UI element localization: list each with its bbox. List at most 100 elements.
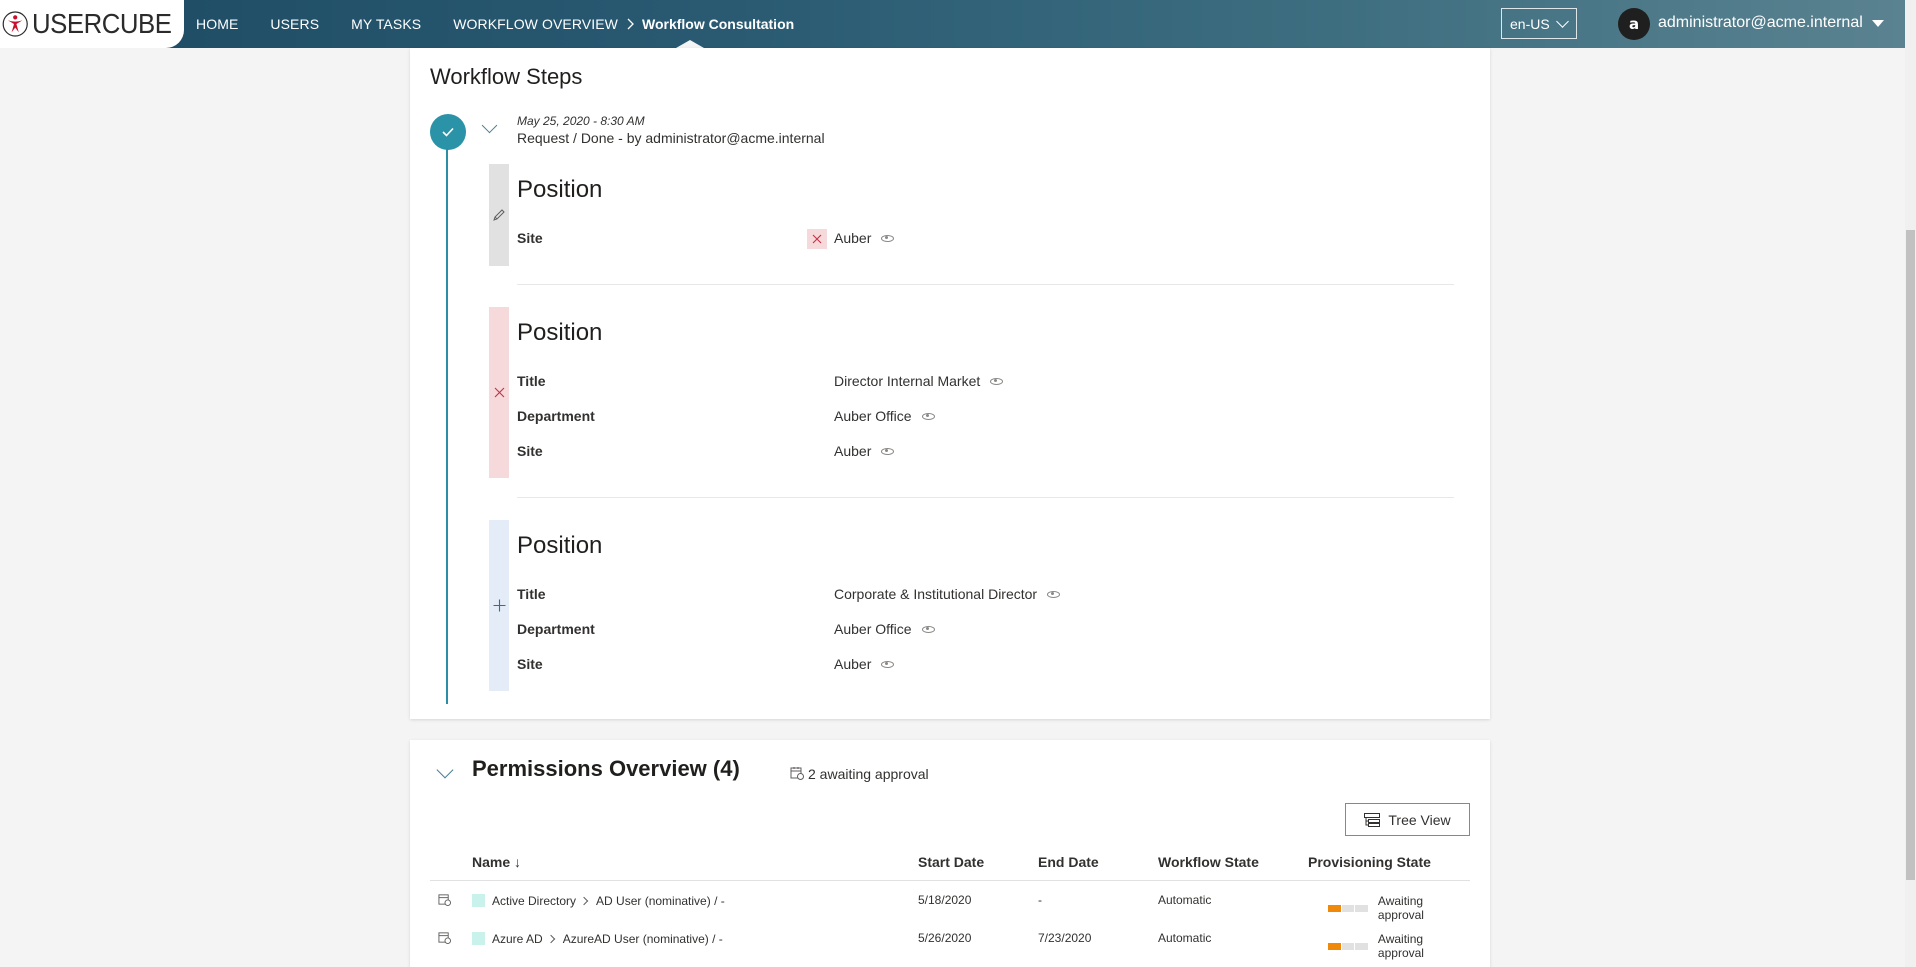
logo[interactable]: USERCUBE: [0, 0, 184, 48]
top-navigation-bar: USERCUBE HOME USERS MY TASKS WORKFLOW OV…: [0, 0, 1905, 48]
system-name: Azure AD: [492, 932, 543, 946]
user-name[interactable]: administrator@acme.internal: [1658, 14, 1863, 32]
language-select[interactable]: en-US: [1501, 8, 1577, 39]
value-text: Auber: [834, 230, 872, 246]
eye-icon[interactable]: [881, 234, 895, 242]
chevron-right-icon: [579, 896, 589, 906]
active-nav-indicator: [676, 40, 704, 48]
resource-type-swatch: [472, 894, 485, 907]
resource-name: AzureAD User (nominative) / -: [562, 932, 723, 946]
section-collapse-chevron-icon[interactable]: [436, 761, 454, 779]
nav-current-page[interactable]: Workflow Consultation: [642, 16, 794, 32]
change-marker-delete: [489, 307, 509, 478]
field-value-site: Auber: [834, 230, 895, 246]
eye-icon[interactable]: [1047, 590, 1061, 598]
removed-value-badge: [807, 229, 827, 249]
progress-segment: [1341, 904, 1355, 912]
start-date: 5/18/2020: [918, 893, 972, 907]
eye-icon[interactable]: [990, 377, 1004, 385]
table-row[interactable]: Active Directory AD User (nominative) / …: [430, 882, 1470, 922]
value-text: Director Internal Market: [834, 373, 981, 389]
step-collapse-chevron-icon[interactable]: [481, 117, 498, 134]
column-header-workflow-state[interactable]: Workflow State: [1158, 854, 1259, 870]
scrollbar-thumb[interactable]: [1906, 230, 1915, 880]
tree-view-button[interactable]: Tree View: [1345, 803, 1470, 836]
table-header-divider: [430, 880, 1470, 881]
provisioning-state-text: Awaiting approval: [1377, 932, 1424, 960]
column-header-start-date[interactable]: Start Date: [918, 854, 984, 870]
provisioning-state: Awaiting approval: [1328, 894, 1470, 922]
calendar-clock-icon: [438, 932, 451, 944]
provisioning-state-text: Awaiting approval: [1377, 894, 1424, 922]
plus-icon: [493, 599, 505, 612]
language-value: en-US: [1510, 15, 1550, 32]
field-value-site: Auber: [834, 656, 895, 672]
resource-path[interactable]: Active Directory AD User (nominative) / …: [492, 894, 725, 908]
progress-segment: [1341, 942, 1355, 950]
provisioning-state: Awaiting approval: [1328, 932, 1470, 960]
main-nav: HOME USERS MY TASKS WORKFLOW OVERVIEW Wo…: [196, 0, 794, 48]
tree-view-label: Tree View: [1388, 811, 1451, 828]
value-text: Auber: [834, 656, 872, 672]
breadcrumb-chevron-icon: [627, 18, 634, 30]
end-date: -: [1038, 893, 1042, 907]
workflow-steps-card: Workflow Steps May 25, 2020 - 8:30 AM Re…: [410, 48, 1490, 719]
tree-view-icon: [1364, 812, 1381, 827]
resource-path[interactable]: Azure AD AzureAD User (nominative) / -: [492, 932, 723, 946]
start-date: 5/26/2020: [918, 931, 972, 945]
avatar[interactable]: a: [1618, 8, 1650, 40]
field-label-department: Department: [517, 621, 595, 637]
progress-segment: [1328, 904, 1341, 912]
workflow-state: Automatic: [1158, 931, 1212, 945]
field-value-site: Auber: [834, 443, 895, 459]
field-value-title: Director Internal Market: [834, 373, 1004, 389]
field-label-title: Title: [517, 586, 546, 602]
section-title: Workflow Steps: [430, 64, 583, 89]
block-title: Position: [517, 319, 603, 346]
timeline-line: [446, 148, 448, 704]
workflow-state: Automatic: [1158, 893, 1212, 907]
close-icon: [812, 234, 822, 244]
end-date: 7/23/2020: [1038, 931, 1092, 945]
step-date: May 25, 2020 - 8:30 AM: [517, 114, 645, 128]
column-header-provisioning-state[interactable]: Provisioning State: [1308, 854, 1431, 870]
section-title: Permissions Overview (4): [472, 756, 740, 781]
permissions-overview-card: Permissions Overview (4) 2 awaiting appr…: [410, 740, 1490, 967]
nav-users[interactable]: USERS: [270, 16, 319, 32]
eye-icon[interactable]: [881, 660, 895, 668]
checkmark-icon: [442, 127, 454, 137]
calendar-clock-icon: [790, 767, 804, 780]
progress-segment: [1355, 942, 1368, 950]
block-title: Position: [517, 532, 603, 559]
provisioning-progress-bar: [1328, 942, 1369, 950]
field-label-site: Site: [517, 230, 543, 246]
column-header-name[interactable]: Name ↓: [472, 854, 521, 870]
nav-my-tasks[interactable]: MY TASKS: [351, 16, 421, 32]
table-row[interactable]: Azure AD AzureAD User (nominative) / - 5…: [430, 920, 1470, 960]
value-text: Auber Office: [834, 621, 912, 637]
eye-icon[interactable]: [881, 447, 895, 455]
field-label-site: Site: [517, 443, 543, 459]
field-value-department: Auber Office: [834, 408, 935, 424]
column-header-end-date[interactable]: End Date: [1038, 854, 1099, 870]
progress-segment: [1328, 942, 1341, 950]
block-title: Position: [517, 176, 603, 203]
field-value-title: Corporate & Institutional Director: [834, 586, 1061, 602]
field-value-department: Auber Office: [834, 621, 935, 637]
awaiting-approval-count: 2 awaiting approval: [808, 766, 929, 782]
divider: [517, 497, 1454, 498]
value-text: Auber Office: [834, 408, 912, 424]
nav-home[interactable]: HOME: [196, 16, 238, 32]
user-menu-caret-icon[interactable]: [1872, 20, 1884, 27]
logo-text: USERCUBE: [32, 8, 172, 39]
eye-icon[interactable]: [921, 412, 935, 420]
calendar-clock-icon: [438, 894, 451, 906]
change-marker-add: [489, 520, 509, 691]
nav-workflow-overview[interactable]: WORKFLOW OVERVIEW: [453, 16, 618, 32]
system-name: Active Directory: [492, 894, 577, 908]
eye-icon[interactable]: [921, 625, 935, 633]
resource-type-swatch: [472, 932, 485, 945]
usercube-logo-icon: [2, 11, 28, 37]
provisioning-progress-bar: [1328, 904, 1369, 912]
step-summary: Request / Done - by administrator@acme.i…: [517, 130, 825, 146]
